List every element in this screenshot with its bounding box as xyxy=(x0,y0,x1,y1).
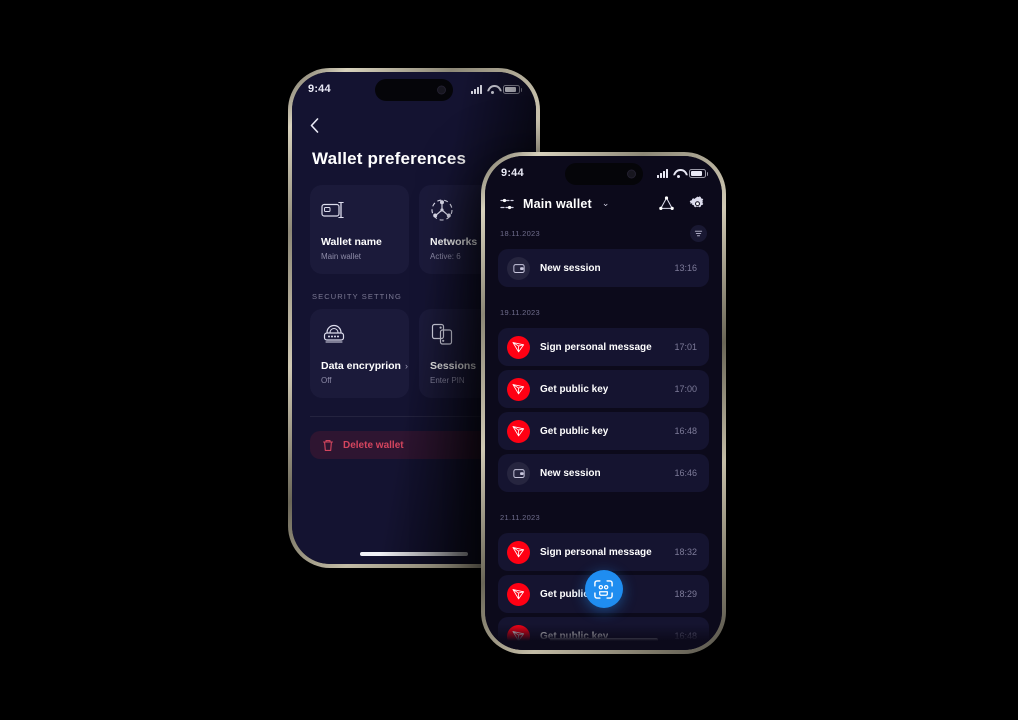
battery-icon xyxy=(503,84,522,94)
list-item-time: 16:46 xyxy=(674,468,697,478)
back-button[interactable] xyxy=(310,112,332,138)
list-item-label: New session xyxy=(540,467,601,479)
screen-session-history: 9:44 Main wallet ⌄ 18.11.2023 New sessio… xyxy=(485,156,722,650)
card-data-encryption[interactable]: Data encryprion › Off xyxy=(310,309,409,398)
list-item-time: 18:29 xyxy=(674,589,697,599)
tron-icon xyxy=(507,582,530,606)
list-item-time: 17:00 xyxy=(674,384,697,394)
home-indicator-front[interactable] xyxy=(549,638,658,642)
tron-icon xyxy=(507,377,530,401)
dynamic-island xyxy=(375,79,453,101)
filter-button[interactable] xyxy=(690,224,707,242)
wifi-icon xyxy=(673,169,684,178)
list-item-label: Sign personal message xyxy=(540,546,652,558)
list-item-label: Get public key xyxy=(540,425,609,437)
status-indicators xyxy=(657,168,708,178)
gear-icon[interactable] xyxy=(689,195,706,212)
dynamic-island xyxy=(564,163,643,185)
trash-icon xyxy=(322,439,334,451)
wallet-icon xyxy=(507,256,530,280)
card-title: Data encryprion › xyxy=(321,360,408,372)
cellular-signal-icon xyxy=(471,84,482,94)
date-label: 21.11.2023 xyxy=(500,512,540,522)
front-camera-icon xyxy=(626,169,636,179)
wifi-icon xyxy=(487,85,498,94)
status-time: 9:44 xyxy=(501,167,524,179)
status-bar-front: 9:44 xyxy=(485,156,722,190)
cellular-signal-icon xyxy=(657,168,668,178)
list-item[interactable]: Sign personal message 17:01 xyxy=(498,328,709,366)
tron-icon xyxy=(507,540,530,564)
list-item[interactable]: Sign personal message 18:32 xyxy=(498,533,709,571)
list-item[interactable]: New session 13:16 xyxy=(498,249,709,287)
list-item[interactable]: Get public key 16:48 xyxy=(498,617,709,650)
date-group-header: 18.11.2023 xyxy=(500,224,707,242)
list-item[interactable]: Get public key 17:00 xyxy=(498,370,709,408)
list-item-time: 16:48 xyxy=(674,631,697,641)
encryption-lock-icon xyxy=(321,321,398,347)
header-actions xyxy=(658,195,706,212)
status-time: 9:44 xyxy=(308,83,331,95)
wallet-icon xyxy=(507,461,530,485)
tron-icon xyxy=(507,624,530,648)
list-item-time: 13:16 xyxy=(674,263,697,273)
list-item-label: Sign personal message xyxy=(540,341,652,353)
date-label: 19.11.2023 xyxy=(500,307,540,317)
wallet-selector-label[interactable]: Main wallet xyxy=(523,197,592,211)
tron-icon xyxy=(507,335,530,359)
chevron-left-icon xyxy=(310,117,319,133)
date-group-header: 21.11.2023 xyxy=(500,508,707,526)
status-bar-back: 9:44 xyxy=(292,72,536,106)
list-item[interactable]: Get public key 16:48 xyxy=(498,412,709,450)
sliders-icon[interactable] xyxy=(500,197,514,211)
tron-icon xyxy=(507,419,530,443)
chevron-down-icon[interactable]: ⌄ xyxy=(602,198,610,209)
list-item-time: 16:48 xyxy=(674,426,697,436)
list-item[interactable]: New session 16:46 xyxy=(498,454,709,492)
phone-device-front: 9:44 Main wallet ⌄ 18.11.2023 New sessio… xyxy=(481,152,726,654)
network-nodes-icon[interactable] xyxy=(658,195,675,212)
home-indicator-back[interactable] xyxy=(360,552,468,556)
wallet-card-icon xyxy=(321,197,398,223)
card-title-text: Data encryprion xyxy=(321,360,401,372)
status-indicators xyxy=(471,84,522,94)
card-subtitle: Off xyxy=(321,376,332,385)
card-title: Wallet name xyxy=(321,236,382,248)
filter-icon xyxy=(694,230,703,236)
card-subtitle: Main wallet xyxy=(321,252,362,261)
chevron-right-icon: › xyxy=(404,361,408,371)
list-item-time: 17:01 xyxy=(674,342,697,352)
scene-root: 9:44 Wallet preferences Wallet name Main… xyxy=(0,0,1018,720)
face-scan-icon xyxy=(594,579,613,599)
date-group-header: 19.11.2023 xyxy=(500,303,707,321)
app-header: Main wallet ⌄ xyxy=(485,190,722,212)
card-wallet-name[interactable]: Wallet name Main wallet xyxy=(310,185,409,274)
date-label: 18.11.2023 xyxy=(500,228,540,238)
phone-bezel-front: 9:44 Main wallet ⌄ 18.11.2023 New sessio… xyxy=(485,156,722,650)
battery-icon xyxy=(689,168,708,178)
front-camera-icon xyxy=(437,85,446,95)
list-item-label: New session xyxy=(540,262,601,274)
list-item-time: 18:32 xyxy=(674,547,697,557)
scan-button[interactable] xyxy=(584,570,623,608)
delete-wallet-label: Delete wallet xyxy=(343,439,404,451)
list-item-label: Get public key xyxy=(540,383,609,395)
